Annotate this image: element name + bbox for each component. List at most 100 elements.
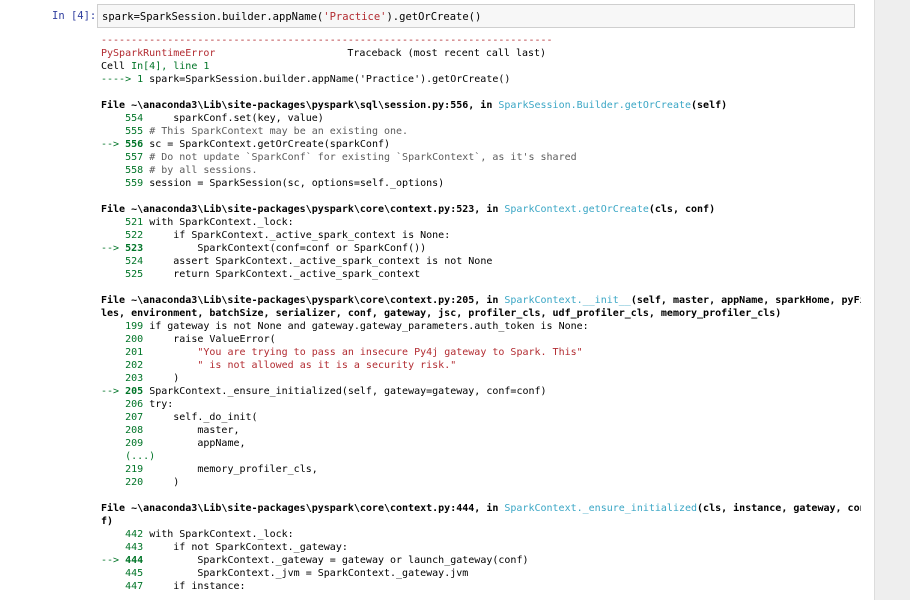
line-code: with SparkContext._lock: [149,217,294,228]
line-marker [101,334,125,345]
code-string: 'Practice' [323,11,387,23]
line-marker [101,269,125,280]
source-line: --> 205 SparkContext._ensure_initialized… [101,385,861,398]
line-code: if SparkContext._active_spark_context is… [149,230,451,241]
line-code: ) [149,477,180,488]
frame-args-cont: f) [101,516,114,527]
line-code: SparkContext(conf=conf or SparkConf()) [149,243,427,254]
frame-header: File ~\anaconda3\Lib\site-packages\pyspa… [101,99,861,112]
line-number: 444 [125,555,144,566]
traceback-divider: ----------------------------------------… [101,35,553,46]
line-code: raise ValueError( [149,334,276,345]
line-number: 558 [125,165,144,176]
line-number: 525 [125,269,144,280]
error-type: PySparkRuntimeError [101,48,216,59]
source-line: 443 if not SparkContext._gateway: [101,541,861,554]
line-code: SparkContext._ensure_initialized(self, g… [149,386,547,397]
line-code: try: [149,399,174,410]
line-code: # Do not update `SparkConf` for existing… [149,152,577,163]
line-marker [101,152,125,163]
line-marker [101,373,125,384]
source-line: 200 raise ValueError( [101,333,861,346]
frame-file: File ~\anaconda3\Lib\site-packages\pyspa… [101,204,505,215]
source-line: 447 if instance: [101,580,861,593]
line-code: if gateway is not None and gateway.gatew… [149,321,589,332]
line-number: 220 [125,477,144,488]
line-number: 200 [125,334,144,345]
frame-function: SparkContext.__init__ [504,295,631,306]
line-number: 205 [125,386,144,397]
line-marker [101,529,125,540]
frame-header-cont: f) [101,515,861,528]
code-prefix: spark=SparkSession.builder.appName( [102,11,324,23]
line-number: 209 [125,438,144,449]
source-line: 558 # by all sessions. [101,164,861,177]
line-marker [101,217,125,228]
traceback-label: Traceback (most recent call last) [347,48,547,59]
line-marker [101,360,125,371]
line-number: 445 [125,568,144,579]
line-code: SparkContext._jvm = SparkContext._gatewa… [149,568,469,579]
line-number: 521 [125,217,144,228]
line-code: # by all sessions. [149,165,258,176]
source-line: 525 return SparkContext._active_spark_co… [101,268,861,281]
source-line: 522 if SparkContext._active_spark_contex… [101,229,861,242]
source-line: 557 # Do not update `SparkConf` for exis… [101,151,861,164]
line-code: SparkContext._gateway = gateway or launc… [149,555,529,566]
line-number: 203 [125,373,144,384]
source-line: 555 # This SparkContext may be an existi… [101,125,861,138]
cell-prompt: In [4]: [52,10,97,22]
line-marker [101,256,125,267]
line-number: 554 [125,113,144,124]
line-code: if not SparkContext._gateway: [149,542,348,553]
source-line: 554 sparkConf.set(key, value) [101,112,861,125]
frame-args-cont: les, environment, batchSize, serializer,… [101,308,782,319]
line-code: assert SparkContext._active_spark_contex… [149,256,493,267]
line-code: memory_profiler_cls, [149,464,318,475]
line-marker [101,464,125,475]
source-line: 206 try: [101,398,861,411]
line-marker [101,178,125,189]
line-code: session = SparkSession(sc, options=self.… [149,178,445,189]
line-marker [101,412,125,423]
line-number: 442 [125,529,144,540]
line-number: 219 [125,464,144,475]
line-number: 208 [125,425,144,436]
frame-function: SparkContext.getOrCreate [504,204,649,215]
source-line: 208 master, [101,424,861,437]
source-line: 201 "You are trying to pass an insecure … [101,346,861,359]
line-marker [101,230,125,241]
cell-output: ----------------------------------------… [101,34,861,593]
line-code: sc = SparkContext.getOrCreate(sparkConf) [149,139,391,150]
frame-args: (self) [691,100,728,111]
frame-file: File ~\anaconda3\Lib\site-packages\pyspa… [101,503,505,514]
line-marker [101,438,125,449]
line-code: if instance: [149,581,246,592]
source-line: 220 ) [101,476,861,489]
line-code: sparkConf.set(key, value) [149,113,324,124]
line-marker [101,113,125,124]
line-number: 557 [125,152,144,163]
line-marker [101,165,125,176]
line-marker: --> [101,555,126,566]
source-line: 199 if gateway is not None and gateway.g… [101,320,861,333]
source-line: --> 556 sc = SparkContext.getOrCreate(sp… [101,138,861,151]
frame-args: (cls, conf) [648,204,716,215]
code-input[interactable]: spark=SparkSession.builder.appName('Prac… [97,4,855,28]
source-line: 202 " is not allowed as it is a security… [101,359,861,372]
frame-header: File ~\anaconda3\Lib\site-packages\pyspa… [101,294,861,307]
line-number: 206 [125,399,144,410]
line-number: 522 [125,230,144,241]
source-line: 207 self._do_init( [101,411,861,424]
frame-file: File ~\anaconda3\Lib\site-packages\pyspa… [101,100,499,111]
source-line: 445 SparkContext._jvm = SparkContext._ga… [101,567,861,580]
line-number: 199 [125,321,144,332]
frame-function: SparkContext._ensure_initialized [504,503,698,514]
source-line: 559 session = SparkSession(sc, options=s… [101,177,861,190]
source-line: --> 444 SparkContext._gateway = gateway … [101,554,861,567]
source-line: --> 523 SparkContext(conf=conf or SparkC… [101,242,861,255]
line-number: 523 [125,243,144,254]
